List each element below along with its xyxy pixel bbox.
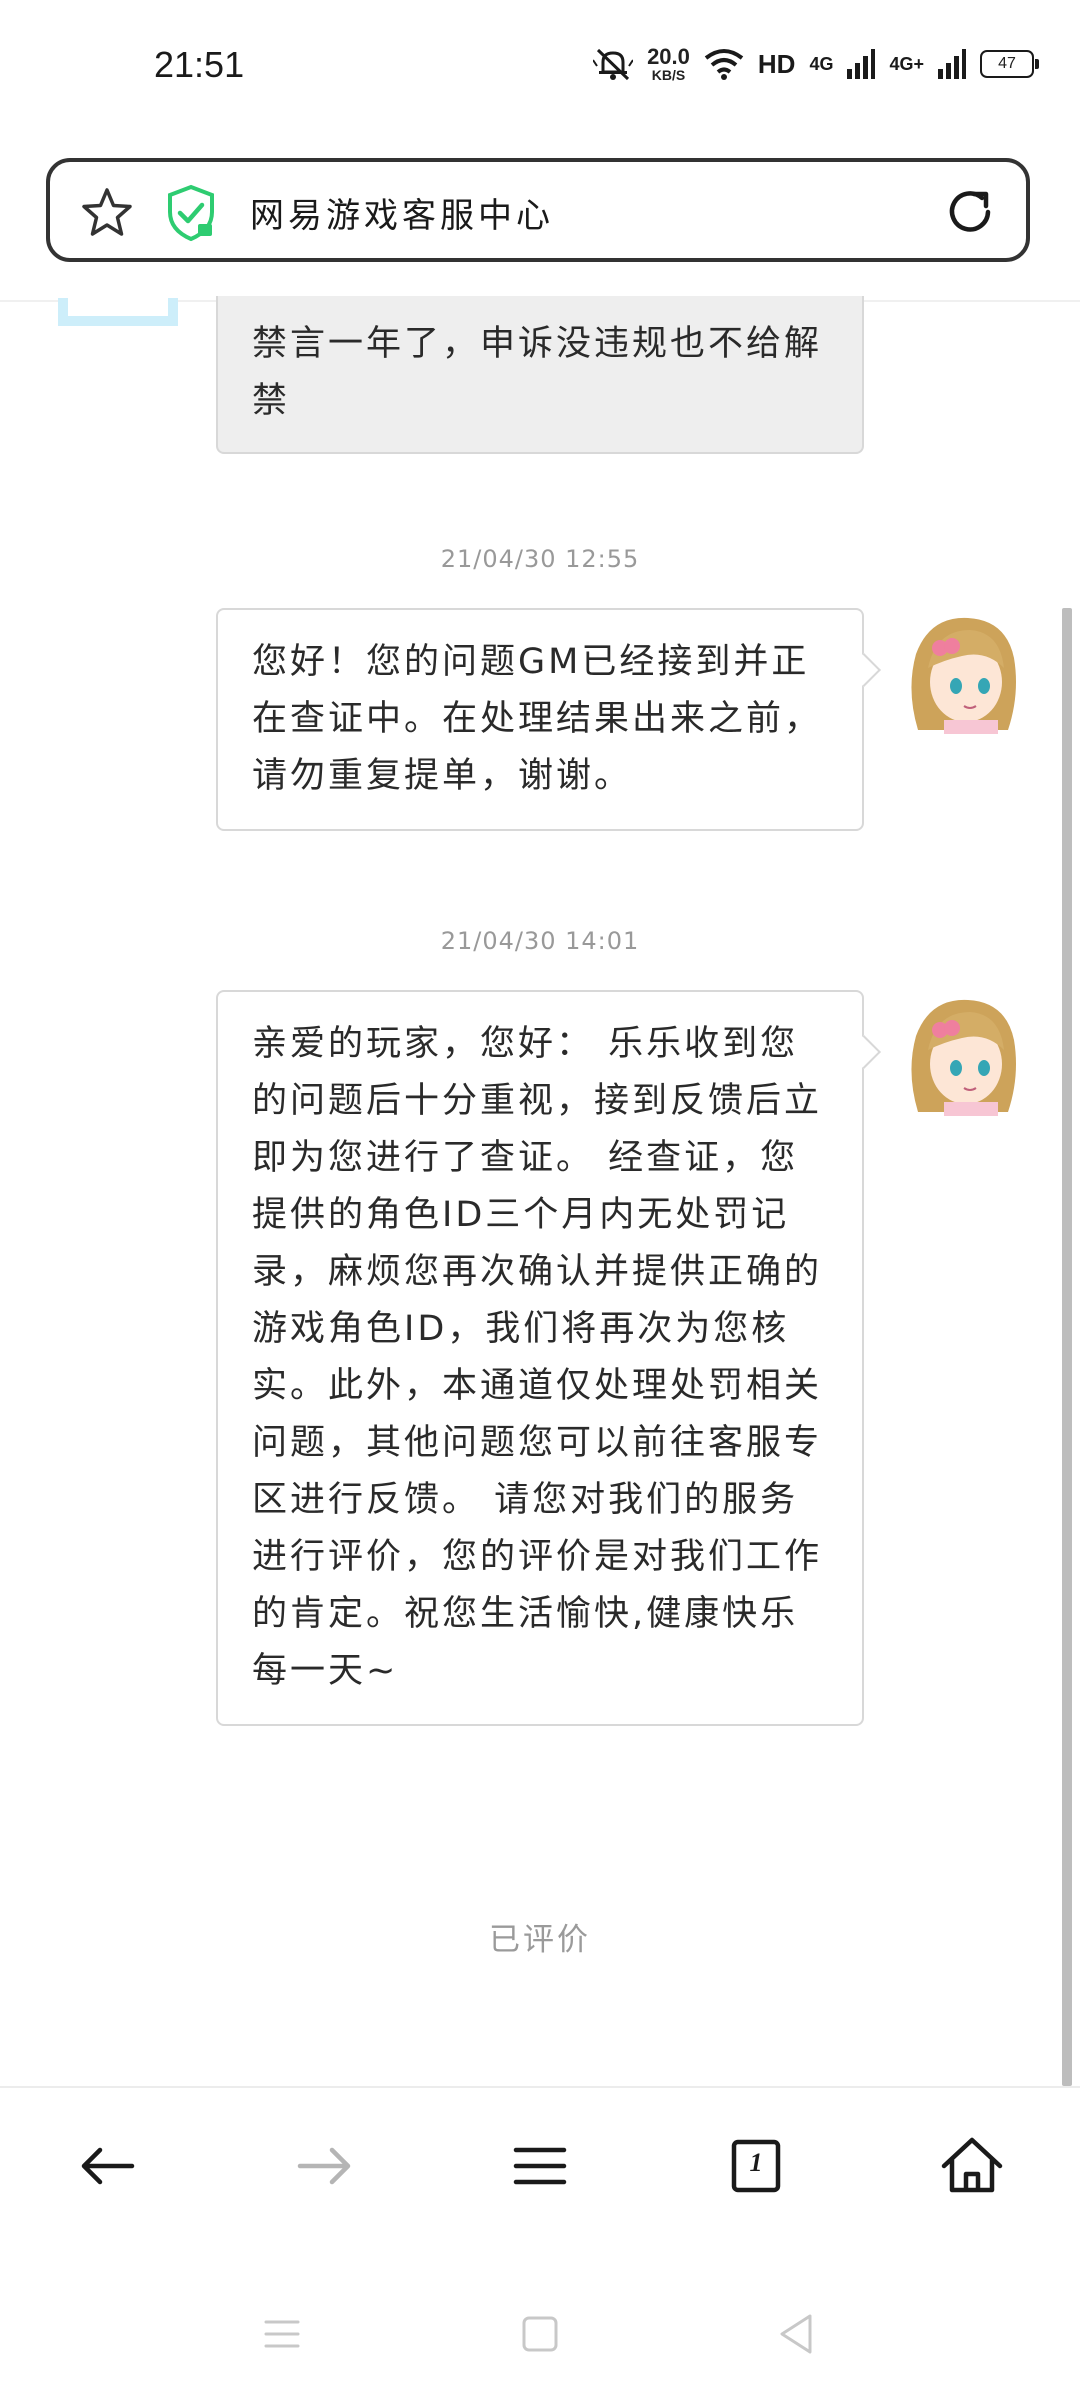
home-square-icon[interactable] [516,2310,564,2358]
refresh-icon[interactable] [942,184,998,240]
tab-count: 1 [749,2148,763,2177]
back-arrow-icon[interactable] [72,2130,144,2202]
agent-message-bubble: 您好！您的问题GM已经接到并正在查证中。在处理结果出来之前，请勿重复提单，谢谢。 [216,608,864,831]
wifi-icon [704,49,744,80]
shield-check-icon[interactable] [166,184,216,242]
back-triangle-icon[interactable] [772,2310,820,2358]
message-timestamp: 21/04/30 14:01 [440,927,640,955]
battery-level: 47 [998,55,1016,72]
address-bar[interactable]: 网易游戏客服中心 [46,158,1030,262]
clock: 21:51 [154,44,245,85]
network-speed-value: 20.0 [647,44,690,69]
agent-message-text: 亲爱的玩家，您好： 乐乐收到您的问题后十分重视，接到反馈后立即为您进行了查证。 … [252,1024,823,1691]
star-icon[interactable] [80,186,134,240]
battery-icon: 47 [980,50,1039,78]
network-speed: 20.0 KB/S [647,44,690,83]
recents-icon[interactable] [258,2310,306,2358]
menu-icon[interactable] [504,2130,576,2202]
agent-message-bubble: 亲爱的玩家，您好： 乐乐收到您的问题后十分重视，接到反馈后立即为您进行了查证。 … [216,990,864,1726]
user-message-bubble: 禁言一年了，申诉没违规也不给解禁 [216,296,864,454]
rated-status: 已评价 [489,1922,591,1958]
home-icon[interactable] [936,2130,1008,2202]
network-speed-unit: KB/S [651,67,686,83]
agent-message-text: 您好！您的问题GM已经接到并正在查证中。在处理结果出来之前，请勿重复提单，谢谢。 [252,642,823,796]
sim1-label: 4G [809,53,834,74]
page-title: 网易游戏客服中心 [250,196,554,236]
tabs-button[interactable]: 1 [720,2130,792,2202]
user-message-text: 禁言一年了，申诉没违规也不给解禁 [252,324,823,421]
forward-arrow-icon[interactable] [288,2130,360,2202]
message-timestamp: 21/04/30 12:55 [440,545,640,573]
sim2-label: 4G+ [889,53,924,74]
agent-avatar [911,999,1016,1116]
agent-avatar [911,617,1016,734]
signal-icon [847,49,876,79]
hd-label: HD [757,48,796,79]
bottom-divider [0,2086,1080,2088]
scrollbar[interactable] [1062,608,1072,2086]
mute-icon [593,48,634,81]
signal-icon-2 [938,49,966,79]
status-icons: 20.0 KB/S HD 4G 4G+ 47 [593,42,1039,86]
status-bar: 21:51 20.0 KB/S HD 4G 4G+ 47 [0,0,1080,140]
user-avatar-partial [58,298,178,326]
